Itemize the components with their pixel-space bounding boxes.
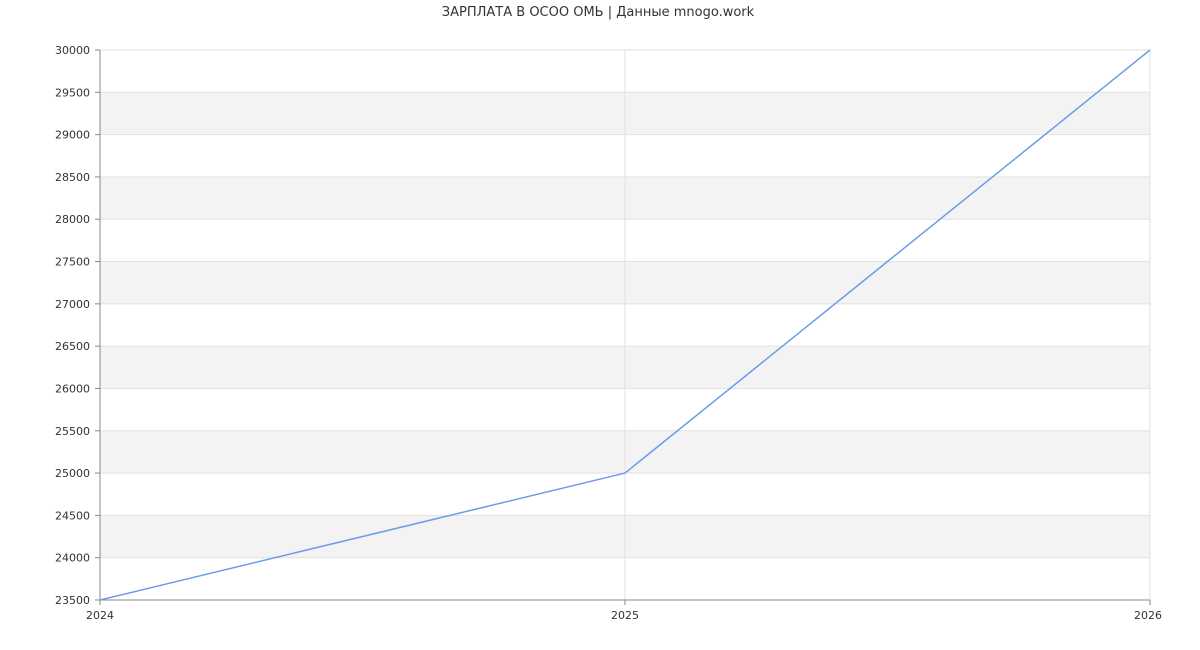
y-tick-label: 28500 [55,171,90,184]
y-tick-label: 27500 [55,256,90,269]
y-tick-label: 27000 [55,298,90,311]
y-tick-label: 24500 [55,509,90,522]
x-tick-label: 2026 [1134,609,1162,622]
y-tick-label: 23500 [55,594,90,607]
x-tick-label: 2025 [611,609,639,622]
y-tick-label: 24000 [55,552,90,565]
y-tick-label: 26500 [55,340,90,353]
y-axis-tick-labels: 23500 24000 24500 25000 25500 26000 26500 27000… [55,44,90,607]
y-tick-label: 25500 [55,425,90,438]
y-tick-label: 26000 [55,382,90,395]
y-tick-label: 29000 [55,129,90,142]
y-tick-label: 30000 [55,44,90,57]
x-axis-tick-labels: 2024 2025 2026 [86,609,1162,622]
y-tick-label: 25000 [55,467,90,480]
x-tick-label: 2024 [86,609,114,622]
y-tick-label: 29500 [55,86,90,99]
y-tick-label: 28000 [55,213,90,226]
chart-title: ЗАРПЛАТА В ОСОО ОМЬ | Данные mnogo.work [442,5,755,20]
salary-line-chart: ЗАРПЛАТА В ОСОО ОМЬ | Данные mnogo.work … [55,5,1162,622]
